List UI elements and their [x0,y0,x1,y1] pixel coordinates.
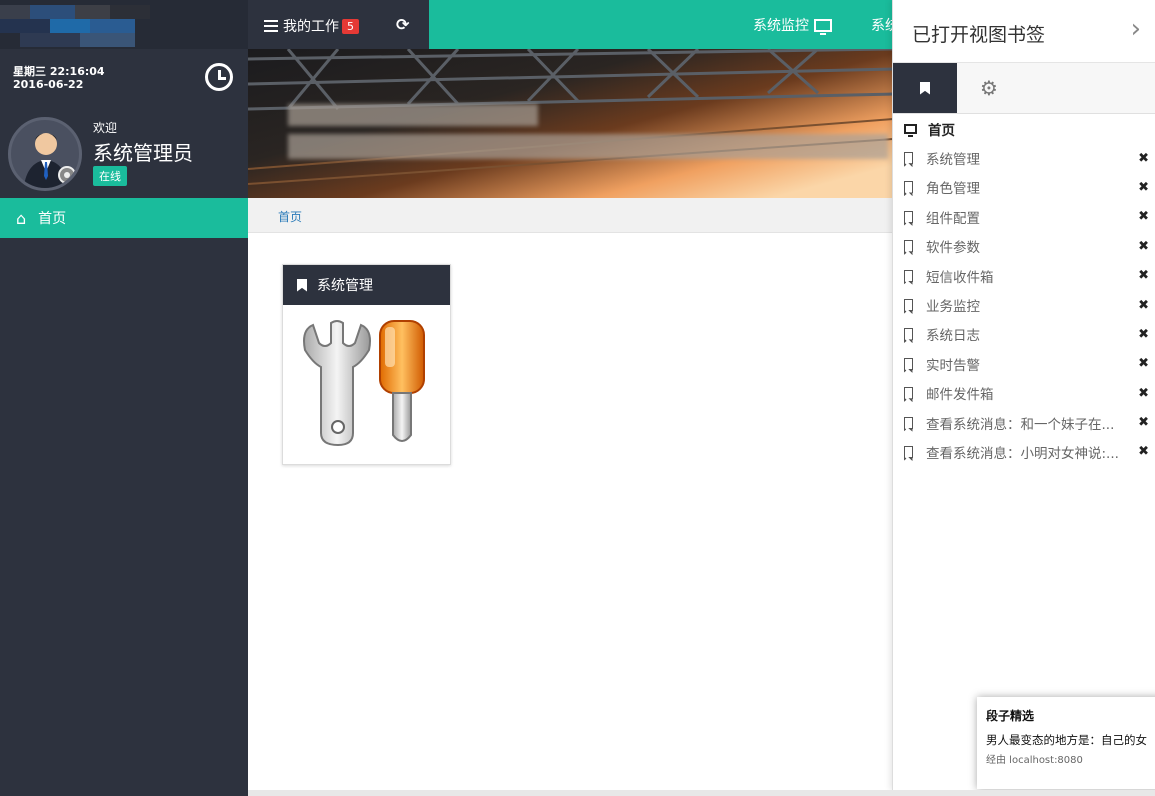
sidebar-item-label: 首页 [38,211,67,227]
monitor-icon [904,123,917,137]
bookmark-panel: 已打开视图书签 › ⚙ 首页 系统管理 ✖ 角色管理 ✖ 组件配置 ✖ 软件参数 ✖ 短… [892,0,1155,790]
system-monitor-label: 系统监控 [753,18,809,34]
bottom-border [248,790,1155,796]
close-icon[interactable]: ✖ [1138,239,1149,254]
bookmark-item[interactable]: 实时告警 ✖ [893,349,1155,378]
avatar[interactable] [8,117,82,191]
home-icon: ⌂ [16,208,27,228]
list-icon [264,20,278,32]
close-icon[interactable]: ✖ [1138,180,1149,195]
bookmark-item[interactable]: 业务监控 ✖ [893,290,1155,319]
tab-bookmarks[interactable] [893,63,957,113]
bookmark-list: 首页 系统管理 ✖ 角色管理 ✖ 组件配置 ✖ 软件参数 ✖ 短信收件箱 ✖ 业务监控 ✖ … [893,114,1155,467]
bookmark-item[interactable]: 查看系统消息：和一个妹子在... ✖ [893,408,1155,437]
bookmark-item[interactable]: 邮件发件箱 ✖ [893,379,1155,408]
bookmark-label: 实时告警 [926,357,980,374]
bookmark-outline-icon [904,240,913,253]
system-monitor-link[interactable]: 系统监控 [753,15,832,35]
chevron-right-icon[interactable]: › [1131,14,1141,44]
bookmark-outline-icon [904,269,913,282]
bookmark-outline-icon [904,416,913,429]
monitor-icon [814,18,832,35]
left-sidebar: 星期三 22:16:04 2016-06-22 欢迎 系统管理员 在线 ⌂ 首页 [0,0,248,796]
bookmark-label: 首页 [928,122,955,139]
breadcrumb-home[interactable]: 首页 [278,210,302,224]
bookmark-outline-icon [904,152,913,165]
close-icon[interactable]: ✖ [1138,386,1149,401]
notification-badge: 5 [342,18,359,34]
bookmark-item[interactable]: 角色管理 ✖ [893,173,1155,202]
bookmark-label: 查看系统消息：和一个妹子在... [926,416,1115,433]
date-line: 2016-06-22 [13,78,84,91]
bookmark-label: 邮件发件箱 [926,387,994,404]
bookmark-item[interactable]: 系统日志 ✖ [893,320,1155,349]
bookmark-label: 短信收件箱 [926,269,994,286]
bookmark-item[interactable]: 短信收件箱 ✖ [893,261,1155,290]
bookmark-label: 组件配置 [926,210,980,227]
close-icon[interactable]: ✖ [1138,444,1149,459]
tab-settings[interactable]: ⚙ [957,63,1021,113]
close-icon[interactable]: ✖ [1138,209,1149,224]
breadcrumb: 首页 [248,198,893,233]
welcome-text: 欢迎 [93,121,118,135]
date-time-line: 星期三 22:16:04 [13,65,105,78]
close-icon[interactable]: ✖ [1138,151,1149,166]
username: 系统管理员 [93,141,193,165]
refresh-icon[interactable]: ⟳ [396,15,409,34]
card-title: 系统管理 [317,278,373,294]
module-card-system-management[interactable]: 系统管理 [282,264,451,465]
bookmark-outline-icon [904,387,913,400]
bookmark-label: 系统管理 [926,152,980,169]
bookmark-item[interactable]: 系统管理 ✖ [893,143,1155,172]
card-body [283,305,450,464]
app-logo [0,0,248,49]
bookmark-icon [297,278,307,292]
bookmark-icon [920,81,930,95]
bookmark-outline-icon [904,210,913,223]
bookmark-item[interactable]: 组件配置 ✖ [893,202,1155,231]
gear-icon: ⚙ [980,76,998,100]
bookmark-label: 业务监控 [926,299,980,316]
bookmark-label: 查看系统消息：小明对女神说:... [926,445,1119,462]
close-icon[interactable]: ✖ [1138,268,1149,283]
sidebar-item-home[interactable]: ⌂ 首页 [0,198,248,238]
notification-toast[interactable]: 段子精选 男人最变态的地方是：自己的女 经由 localhost:8080 [977,697,1155,789]
panel-tabs: ⚙ [893,63,1155,114]
my-work-label: 我的工作 [283,19,339,35]
panel-header: 已打开视图书签 › [893,0,1155,63]
bookmark-outline-icon [904,328,913,341]
close-icon[interactable]: ✖ [1138,356,1149,371]
bookmark-label: 角色管理 [926,181,980,198]
bookmark-label: 软件参数 [926,240,980,257]
bookmark-item[interactable]: 查看系统消息：小明对女神说:... ✖ [893,437,1155,466]
bookmark-outline-icon [904,299,913,312]
toast-source: 经由 localhost:8080 [986,755,1083,766]
tools-icon [303,320,425,447]
toast-body: 男人最变态的地方是：自己的女 [986,733,1147,747]
status-badge: 在线 [93,166,127,186]
bookmark-label: 系统日志 [926,328,980,345]
toast-title: 段子精选 [986,709,1035,723]
bookmark-item-home[interactable]: 首页 [893,114,1155,143]
clock-icon[interactable] [205,63,233,91]
close-icon[interactable]: ✖ [1138,327,1149,342]
header-banner [248,49,893,198]
my-work-button[interactable]: 我的工作 5 [264,16,359,36]
bookmark-outline-icon [904,181,913,194]
bookmark-outline-icon [904,445,913,458]
bookmark-item[interactable]: 软件参数 ✖ [893,232,1155,261]
card-header: 系统管理 [283,265,450,305]
bookmark-outline-icon [904,357,913,370]
close-icon[interactable]: ✖ [1138,298,1149,313]
panel-title: 已打开视图书签 [912,24,1046,46]
close-icon[interactable]: ✖ [1138,415,1149,430]
datetime: 星期三 22:16:04 2016-06-22 [13,65,105,91]
top-bar-left: 我的工作 5 ⟳ [248,0,429,49]
